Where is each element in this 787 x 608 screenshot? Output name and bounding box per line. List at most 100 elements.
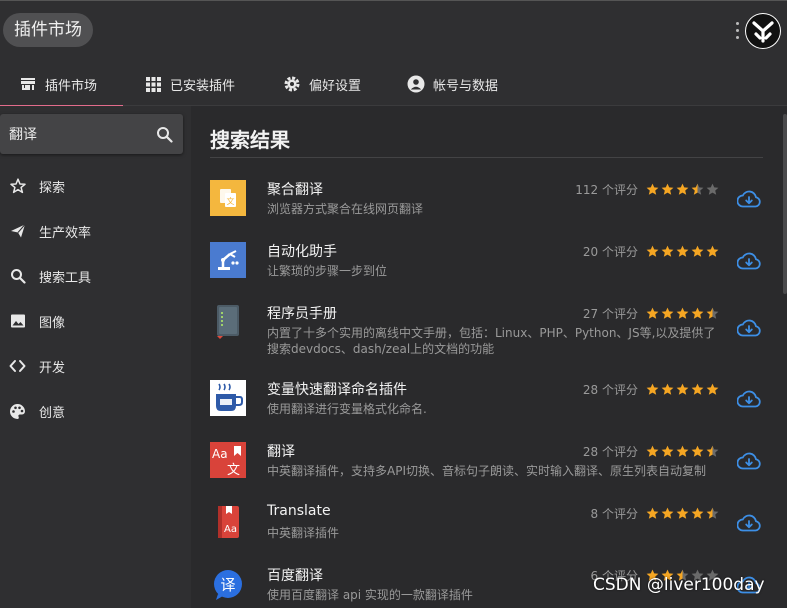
svg-text:文: 文 [227, 196, 235, 206]
scrollbar[interactable] [783, 114, 787, 294]
svg-text:译: 译 [220, 576, 235, 594]
download-icon[interactable] [736, 451, 761, 471]
svg-text:文: 文 [227, 463, 240, 478]
star-rating [644, 183, 719, 196]
store-icon [19, 75, 37, 93]
tab-account-data[interactable]: 帐号与数据 [407, 62, 498, 106]
star-full-icon [706, 245, 719, 257]
sidebar-item-label: 探索 [39, 180, 66, 196]
plugin-description: 中英翻译插件 [267, 526, 340, 540]
sidebar-item-label: 生产效率 [39, 225, 92, 241]
aa-wen-icon: Aa 文 [210, 442, 246, 478]
sidebar-item-images[interactable]: 图像 [0, 301, 191, 341]
search-icon [9, 268, 26, 285]
star-full-icon [661, 245, 674, 257]
plugin-description: 让繁琐的步骤一步到位 [267, 264, 388, 278]
star-full-icon [676, 383, 689, 395]
plugin-description: 内置了十多个实用的离线中文手册，包括：Linux、PHP、Python、JS等,… [267, 326, 716, 356]
star-half-icon [706, 507, 719, 519]
account-icon [407, 75, 425, 93]
send-icon [9, 223, 26, 240]
plugin-name: Translate [267, 503, 331, 519]
star-full-icon [691, 307, 704, 319]
download-icon[interactable] [736, 513, 761, 533]
star-full-icon [691, 445, 704, 457]
rating-count: 8 个评分 [590, 507, 638, 521]
plugin-item[interactable]: Aa 文 翻译 中英翻译插件，支持多API切换、音标句子朗读、实时输入翻译、原生列… [191, 439, 783, 501]
download-icon[interactable] [736, 251, 761, 271]
more-menu-icon[interactable] [733, 20, 741, 44]
plugin-name: 翻译 [267, 444, 295, 460]
sidebar-item-development[interactable]: 开发 [0, 346, 191, 386]
star-half-icon [691, 183, 704, 195]
book-icon [210, 304, 246, 340]
tab-preferences[interactable]: 偏好设置 [283, 62, 361, 106]
download-icon[interactable] [736, 318, 761, 338]
robot-arm-icon [210, 242, 246, 278]
download-icon[interactable] [736, 389, 761, 409]
star-rating [644, 245, 719, 258]
tab-label: 插件市场 [45, 78, 98, 94]
star-rating [644, 507, 719, 520]
star-full-icon [661, 507, 674, 519]
star-outline-icon [9, 178, 26, 195]
header-bar: 插件市场 [0, 0, 787, 62]
sidebar: 探索 生产效率 搜索工具 图像 开发 创意 [0, 106, 191, 608]
star-full-icon [646, 507, 659, 519]
sidebar-item-creative[interactable]: 创意 [0, 391, 191, 431]
plugin-item[interactable]: 文 聚合翻译 浏览器方式聚合在线网页翻译 112 个评分 [191, 177, 783, 239]
main-content: 搜索结果 文 聚合翻译 浏览器方式聚合在线网页翻译 112 个评分 自动化助手 … [191, 106, 787, 608]
star-rating [644, 307, 719, 320]
search-box [0, 114, 183, 154]
rating-count: 112 个评分 [575, 183, 638, 197]
plugin-item[interactable]: 变量快速翻译命名插件 使用翻译进行变量格式化命名. 28 个评分 [191, 377, 783, 439]
star-full-icon [646, 445, 659, 457]
plugin-rating: 20 个评分 [551, 243, 719, 260]
star-full-icon [676, 245, 689, 257]
star-half-icon [706, 307, 719, 319]
download-icon[interactable] [736, 189, 761, 209]
star-rating [644, 383, 719, 396]
sidebar-item-search-tools[interactable]: 搜索工具 [0, 256, 191, 296]
plugin-name: 聚合翻译 [267, 182, 323, 198]
rating-count: 20 个评分 [582, 245, 638, 259]
search-input[interactable] [9, 114, 149, 154]
star-empty-icon [706, 183, 719, 195]
star-full-icon [646, 183, 659, 195]
plugin-name: 自动化助手 [267, 244, 337, 260]
plugin-item[interactable]: Aa Translate 中英翻译插件 8 个评分 [191, 501, 783, 563]
red-dictionary-icon: Aa [210, 504, 246, 540]
tab-installed-plugins[interactable]: 已安装插件 [144, 62, 235, 106]
divider [210, 157, 763, 158]
svg-text:Aa: Aa [212, 447, 228, 461]
app-title[interactable]: 插件市场 [3, 13, 93, 47]
star-full-icon [676, 445, 689, 457]
sidebar-item-explore[interactable]: 探索 [0, 166, 191, 206]
sidebar-item-label: 创意 [39, 405, 66, 421]
star-full-icon [676, 183, 689, 195]
plugin-item[interactable]: 程序员手册 内置了十多个实用的离线中文手册，包括：Linux、PHP、Pytho… [191, 301, 783, 363]
star-full-icon [691, 245, 704, 257]
plugin-description: 浏览器方式聚合在线网页翻译 [267, 202, 424, 216]
plugin-rating: 8 个评分 [551, 505, 719, 522]
star-half-icon [706, 445, 719, 457]
image-icon [9, 313, 26, 330]
star-full-icon [691, 383, 704, 395]
star-full-icon [661, 307, 674, 319]
gear-icon [283, 75, 301, 93]
rating-count: 27 个评分 [582, 307, 638, 321]
palette-icon [9, 403, 26, 420]
plugin-item[interactable]: 自动化助手 让繁琐的步骤一步到位 20 个评分 [191, 239, 783, 301]
sidebar-item-productivity[interactable]: 生产效率 [0, 211, 191, 251]
star-full-icon [676, 507, 689, 519]
tab-plugin-market[interactable]: 插件市场 [0, 62, 123, 107]
tab-label: 已安装插件 [170, 78, 236, 94]
app-logo[interactable] [745, 13, 781, 49]
star-rating [644, 445, 719, 458]
search-icon[interactable] [156, 126, 173, 143]
section-title: 搜索结果 [210, 128, 290, 152]
star-full-icon [661, 383, 674, 395]
code-icon [9, 358, 26, 375]
star-full-icon [676, 307, 689, 319]
star-full-icon [661, 183, 674, 195]
